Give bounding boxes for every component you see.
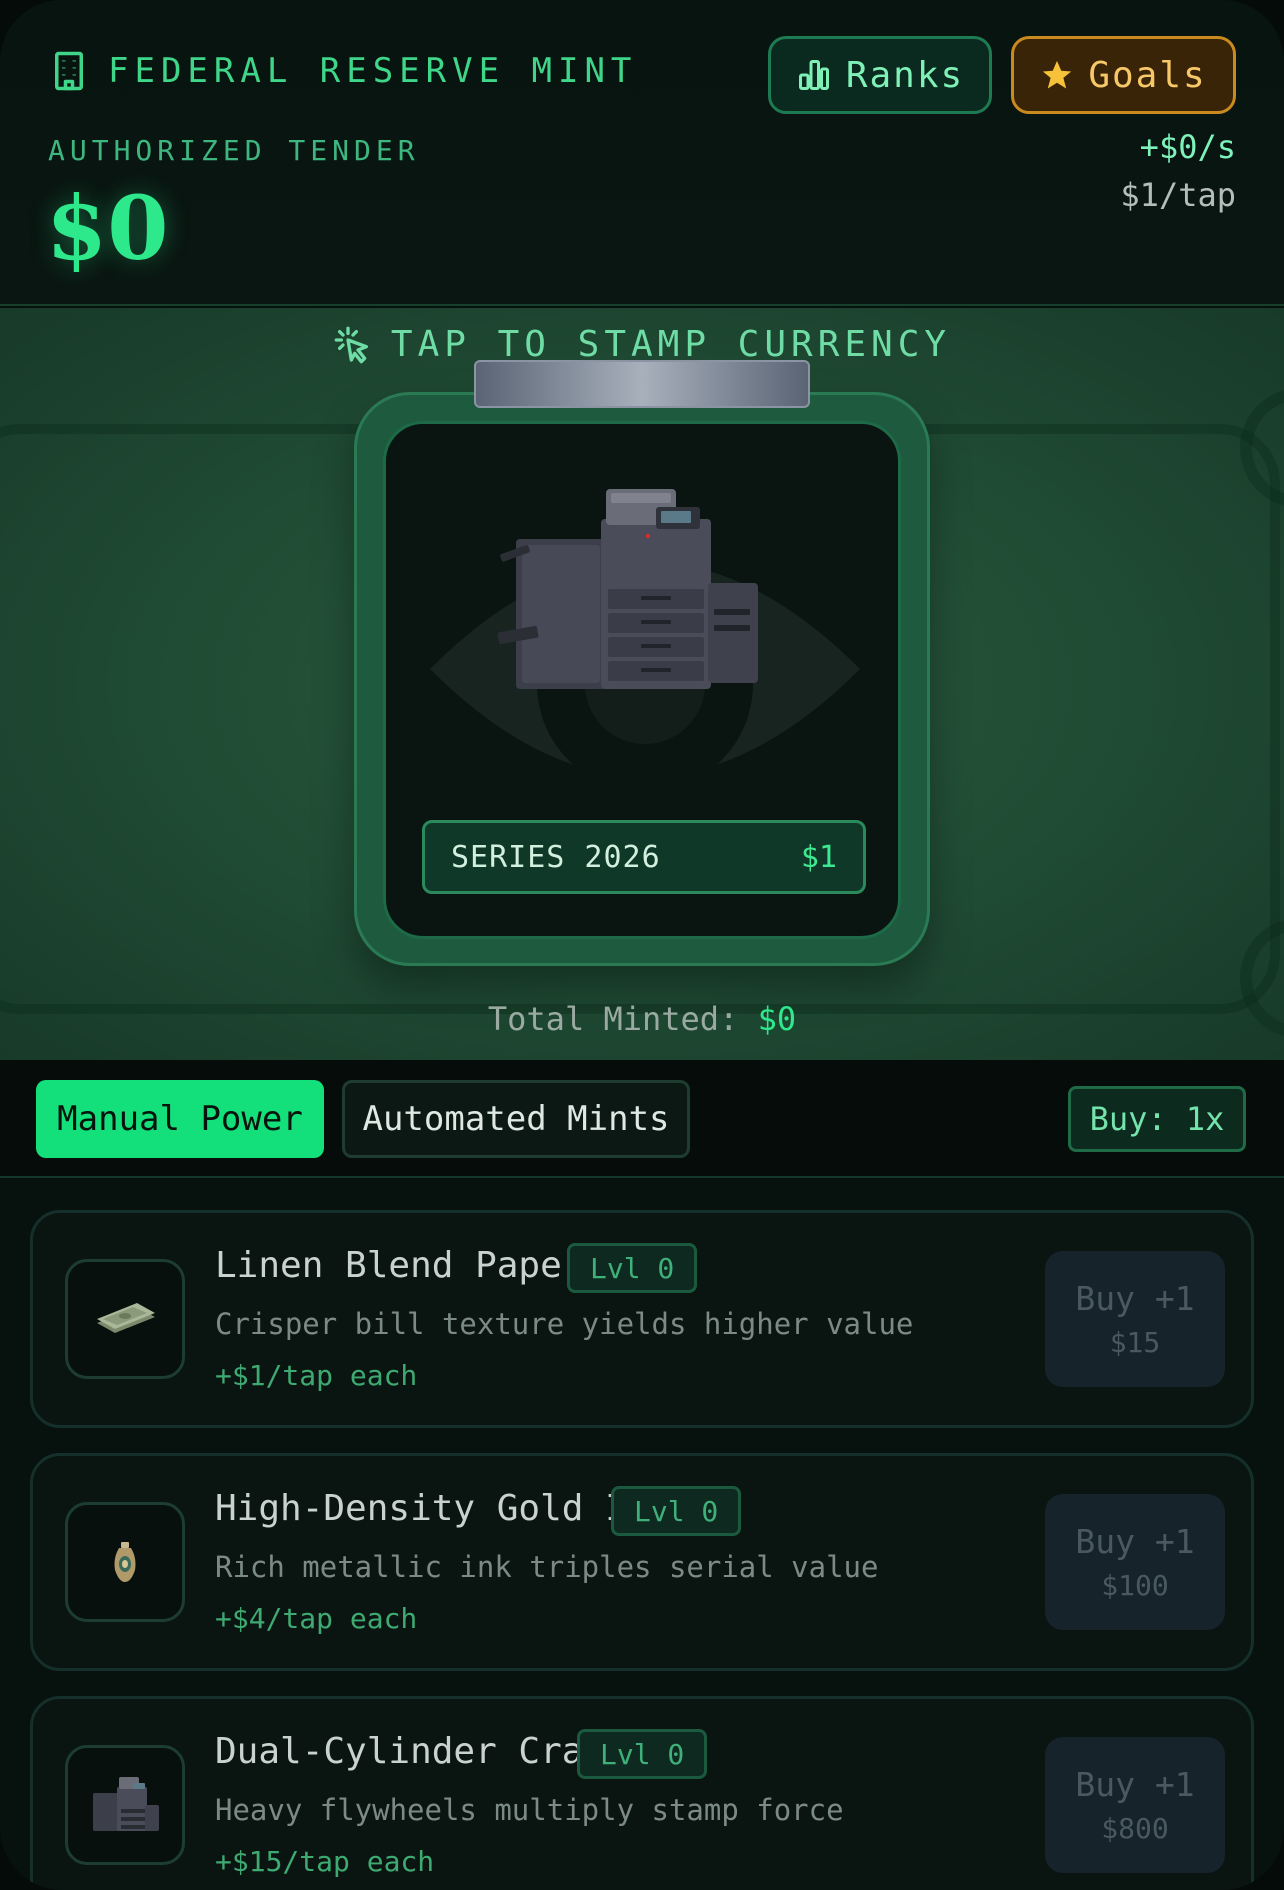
upgrade-bonus: +$1/tap each [215,1359,418,1392]
star-icon [1043,60,1072,89]
buy-upgrade-button[interactable]: Buy +1 $15 [1045,1251,1225,1387]
buy-cost: $100 [1101,1569,1169,1602]
upgrade-level-badge: Lvl 0 [577,1729,708,1779]
tap-hint: TAP TO STAMP CURRENCY [0,324,1284,365]
header: FEDERAL RESERVE MINT Ranks Goals AUTHORI… [0,0,1284,306]
income-rate: +$0/s [1139,128,1236,166]
press-slot [474,360,810,408]
upgrade-level-badge: Lvl 0 [611,1486,742,1536]
buy-upgrade-button[interactable]: Buy +1 $800 [1045,1737,1225,1873]
buy-multiplier-button[interactable]: Buy: 1x [1068,1086,1246,1152]
upgrade-description: Crisper bill texture yields higher value [215,1307,914,1341]
buy-cost: $800 [1101,1812,1169,1845]
upgrade-thumbnail [65,1502,185,1622]
ranks-label: Ranks [845,54,965,96]
ranks-button[interactable]: Ranks [768,36,992,114]
upgrade-bonus: +$15/tap each [215,1845,435,1878]
cash-stack-icon [97,1303,155,1333]
printer-icon [497,489,758,689]
series-value: $1 [800,839,837,875]
brand-title: FEDERAL RESERVE MINT [108,51,638,91]
buy-label: Buy +1 [1075,1522,1195,1561]
upgrade-name: Linen Blend Paper [215,1245,584,1286]
series-label: SERIES 2026 [451,839,661,875]
total-minted-value: $0 [757,1000,797,1038]
buy-upgrade-button[interactable]: Buy +1 $100 [1045,1494,1225,1630]
upgrade-name: High-Density Gold Ink [215,1488,671,1529]
total-minted-label: Total Minted: [487,1000,739,1038]
buy-cost: $15 [1109,1326,1161,1359]
upgrade-description: Rich metallic ink triples serial value [215,1550,879,1584]
building-icon [55,51,83,91]
ink-vase-icon [114,1542,136,1582]
tap-hint-text: TAP TO STAMP CURRENCY [390,324,952,365]
tender-label: AUTHORIZED TENDER [48,134,420,167]
tab-automated-mints[interactable]: Automated Mints [342,1080,690,1158]
mint-app: FEDERAL RESERVE MINT Ranks Goals AUTHORI… [0,0,1284,1890]
goals-button[interactable]: Goals [1011,36,1236,114]
balance: $0 [46,176,169,280]
per-tap-value: $1/tap [1120,176,1236,214]
upgrade-card: Linen Blend Paper Lvl 0 Crisper bill tex… [30,1210,1254,1428]
stamp-machine-face[interactable]: SERIES 2026 $1 [383,421,901,939]
pointer-click-icon [334,326,368,363]
stamp-machine[interactable]: SERIES 2026 $1 [354,392,930,966]
brand: FEDERAL RESERVE MINT [48,50,637,92]
upgrade-thumbnail [65,1259,185,1379]
goals-label: Goals [1088,54,1207,96]
buy-label: Buy +1 [1075,1765,1195,1804]
printer-icon [93,1777,159,1831]
stamp-area: TAP TO STAMP CURRENCY SERIES 2026 $1 Tot… [0,308,1284,1060]
series-note: SERIES 2026 $1 [422,820,866,894]
upgrade-card: Dual-Cylinder Crank Lvl 0 Heavy flywheel… [30,1696,1254,1890]
upgrade-tabs: Manual Power Automated Mints Buy: 1x [0,1060,1284,1178]
buy-label: Buy +1 [1075,1279,1195,1318]
upgrade-card: High-Density Gold Ink Lvl 0 Rich metalli… [30,1453,1254,1671]
upgrade-level-badge: Lvl 0 [567,1243,698,1293]
tab-manual-power[interactable]: Manual Power [36,1080,324,1158]
upgrade-thumbnail [65,1745,185,1865]
upgrade-description: Heavy flywheels multiply stamp force [215,1793,844,1827]
upgrade-name: Dual-Cylinder Crank [215,1731,627,1772]
upgrade-list: Linen Blend Paper Lvl 0 Crisper bill tex… [0,1180,1284,1890]
bar-chart-icon [798,60,829,90]
upgrade-bonus: +$4/tap each [215,1602,418,1635]
total-minted: Total Minted: $0 [0,1000,1284,1038]
